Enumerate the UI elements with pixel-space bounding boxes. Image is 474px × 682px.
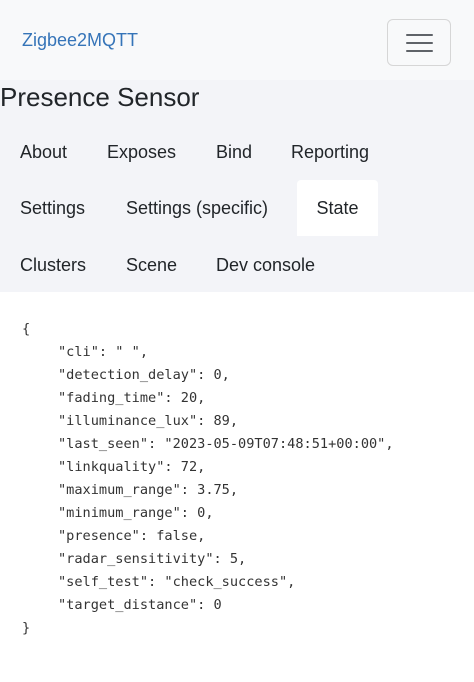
navbar-toggle-button[interactable]: [387, 19, 451, 66]
device-header: Presence Sensor About Exposes Bind Repor…: [0, 80, 474, 292]
json-line: "last_seen": "2023-05-09T07:48:51+00:00"…: [58, 436, 394, 452]
json-line: "linkquality": 72,: [58, 459, 206, 475]
device-state-json: { "cli": " ", "detection_delay": 0, "fading…: [22, 318, 394, 640]
tab-about[interactable]: About: [20, 124, 67, 180]
tab-reporting[interactable]: Reporting: [291, 124, 369, 180]
json-line: "radar_sensitivity": 5,: [58, 551, 247, 567]
json-open-brace: {: [22, 321, 31, 337]
json-close-brace: }: [22, 620, 31, 636]
tab-bind[interactable]: Bind: [216, 124, 252, 180]
json-line: "target_distance": 0: [58, 597, 222, 613]
hamburger-menu-icon-bar: [406, 50, 433, 52]
top-navbar: Zigbee2MQTT: [0, 0, 474, 80]
tab-exposes[interactable]: Exposes: [107, 124, 176, 180]
brand-link[interactable]: Zigbee2MQTT: [22, 30, 138, 51]
json-line: "fading_time": 20,: [58, 390, 206, 406]
tab-state[interactable]: State: [297, 180, 378, 236]
json-line: "maximum_range": 3.75,: [58, 482, 239, 498]
json-line: "self_test": "check_success",: [58, 574, 296, 590]
page-title: Presence Sensor: [0, 82, 200, 112]
json-line: "detection_delay": 0,: [58, 367, 230, 383]
tab-clusters[interactable]: Clusters: [20, 237, 86, 293]
tab-settings-specific[interactable]: Settings (specific): [126, 180, 268, 236]
hamburger-menu-icon: [406, 34, 433, 36]
json-line: "illuminance_lux": 89,: [58, 413, 239, 429]
json-line: "cli": " ",: [58, 344, 149, 360]
tab-dev-console[interactable]: Dev console: [216, 237, 315, 293]
json-line: "presence": false,: [58, 528, 206, 544]
tab-scene[interactable]: Scene: [126, 237, 177, 293]
hamburger-menu-icon-bar: [406, 42, 433, 44]
json-line: "minimum_range": 0,: [58, 505, 214, 521]
tab-settings[interactable]: Settings: [20, 180, 85, 236]
